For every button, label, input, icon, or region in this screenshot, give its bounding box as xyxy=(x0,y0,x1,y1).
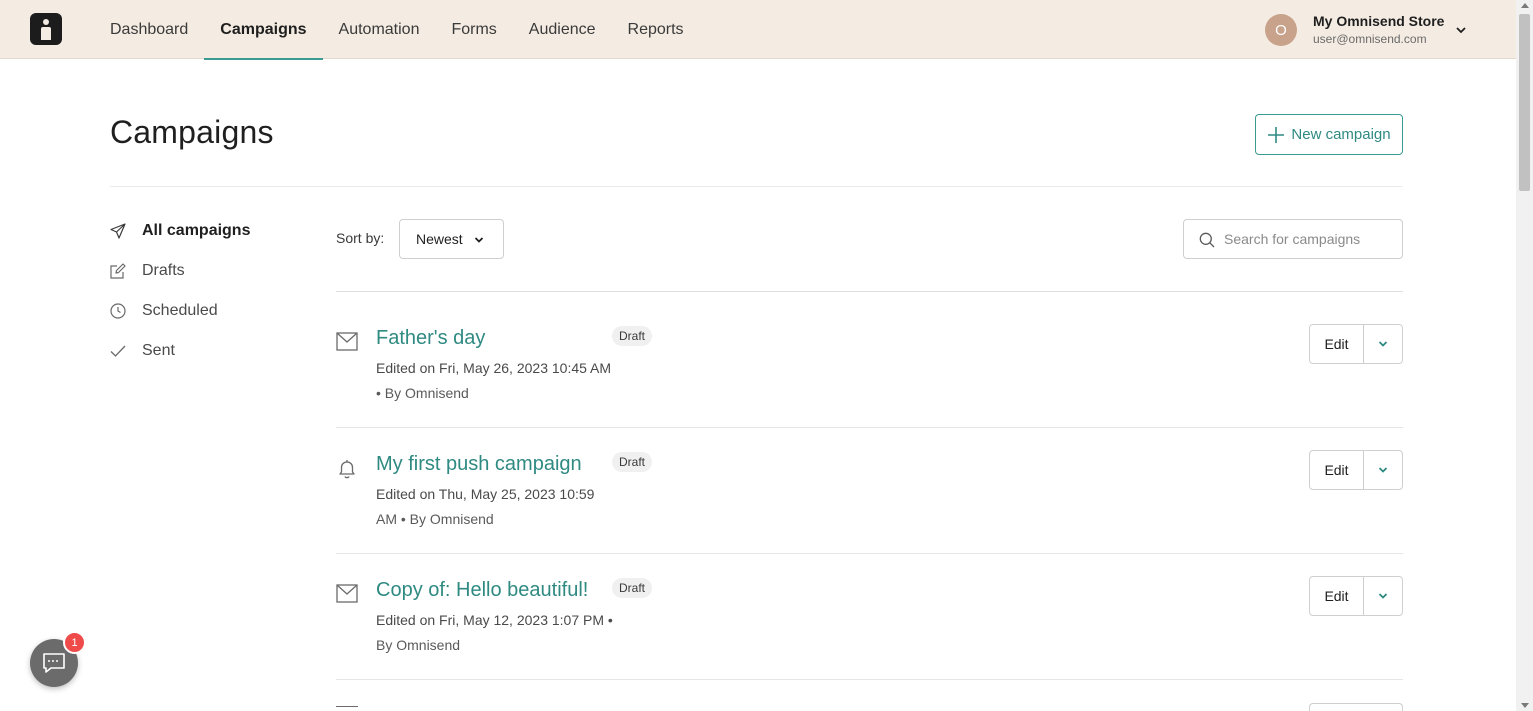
account-menu[interactable]: O My Omnisend Store user@omnisend.com xyxy=(1265,12,1483,48)
header-divider xyxy=(110,186,1403,187)
campaign-meta: Edited on Thu, May 25, 2023 10:59 AM • B… xyxy=(376,482,616,532)
paper-plane-icon xyxy=(110,223,126,239)
campaign-actions: Edit xyxy=(1309,576,1403,616)
campaign-edited-line: Edited on Thu, May 25, 2023 10:59 xyxy=(376,486,595,502)
campaign-title[interactable]: My first push campaign xyxy=(376,453,582,476)
chevron-down-icon xyxy=(1378,467,1388,473)
checkmark-icon xyxy=(110,345,126,357)
sort-dropdown[interactable]: Newest xyxy=(399,219,504,259)
chevron-down-icon xyxy=(474,237,484,243)
page-scrollbar[interactable] xyxy=(1516,0,1533,711)
scroll-thumb[interactable] xyxy=(1519,14,1530,191)
bell-icon xyxy=(339,460,355,479)
campaign-actions: Edit xyxy=(1309,450,1403,490)
logo-bar xyxy=(41,27,51,40)
status-badge: Draft xyxy=(612,578,653,598)
avatar: O xyxy=(1265,14,1297,46)
more-options-button[interactable] xyxy=(1364,325,1402,363)
list-divider xyxy=(336,291,1403,292)
logo-dot xyxy=(43,19,49,25)
chat-bubble-icon xyxy=(43,653,65,673)
campaign-author-line: AM • By Omnisend xyxy=(376,511,494,527)
search-icon xyxy=(1199,232,1215,248)
edit-button[interactable]: Edit xyxy=(1310,451,1364,489)
omnisend-logo[interactable] xyxy=(30,13,62,45)
sidebar-item-label: All campaigns xyxy=(142,222,251,239)
more-options-button[interactable] xyxy=(1364,451,1402,489)
top-navigation-bar: Dashboard Campaigns Automation Forms Aud… xyxy=(0,0,1516,60)
new-campaign-label: New campaign xyxy=(1291,126,1391,143)
campaign-edited-line: Edited on Fri, May 26, 2023 10:45 AM xyxy=(376,360,612,376)
campaign-meta: Edited on Fri, May 26, 2023 10:45 AM • B… xyxy=(376,356,616,406)
search-box[interactable] xyxy=(1183,219,1403,259)
status-badge: Draft xyxy=(612,326,653,346)
envelope-icon xyxy=(336,706,358,711)
sidebar-item-label: Sent xyxy=(142,342,175,359)
nav-automation[interactable]: Automation xyxy=(323,0,436,59)
search-input[interactable] xyxy=(1224,228,1394,250)
campaign-row: Father's day Draft Edited on Fri, May 26… xyxy=(336,324,1403,428)
campaign-author-line: • By Omnisend xyxy=(376,385,469,401)
campaign-meta: Edited on Fri, May 12, 2023 1:07 PM • By… xyxy=(376,608,616,658)
main-nav: Dashboard Campaigns Automation Forms Aud… xyxy=(94,0,700,60)
campaign-title[interactable]: Copy of: Hello beautiful! xyxy=(376,579,588,602)
campaign-author-line: By Omnisend xyxy=(376,637,461,653)
new-campaign-button[interactable]: New campaign xyxy=(1255,114,1403,155)
sidebar-item-scheduled[interactable]: Scheduled xyxy=(110,299,218,323)
envelope-icon xyxy=(336,584,358,603)
chevron-down-icon xyxy=(1378,593,1388,599)
page-title: Campaigns xyxy=(110,114,274,150)
sidebar-item-label: Scheduled xyxy=(142,302,218,319)
nav-campaigns[interactable]: Campaigns xyxy=(204,0,323,60)
campaign-title[interactable]: Father's day xyxy=(376,327,485,350)
sidebar-item-all-campaigns[interactable]: All campaigns xyxy=(110,219,250,243)
sort-value: Newest xyxy=(416,231,463,247)
sidebar-item-drafts[interactable]: Drafts xyxy=(110,259,185,283)
scroll-down-arrow-icon[interactable] xyxy=(1521,703,1529,708)
plus-icon xyxy=(1268,126,1285,143)
nav-dashboard[interactable]: Dashboard xyxy=(94,0,204,59)
pencil-edit-icon xyxy=(110,263,126,279)
more-options-button[interactable] xyxy=(1364,577,1402,615)
envelope-icon xyxy=(336,332,358,351)
sidebar-item-label: Drafts xyxy=(142,262,185,279)
nav-forms[interactable]: Forms xyxy=(435,0,512,59)
campaign-row: Copy of: Hello beautiful! Draft Edited o… xyxy=(336,576,1403,680)
sort-label: Sort by: xyxy=(336,230,385,246)
campaign-row: My first push campaign Draft Edited on T… xyxy=(336,450,1403,554)
nav-reports[interactable]: Reports xyxy=(612,0,700,59)
scroll-up-arrow-icon[interactable] xyxy=(1521,3,1529,8)
clock-icon xyxy=(110,303,126,319)
edit-button[interactable]: Edit xyxy=(1310,325,1364,363)
edit-button[interactable]: Edit xyxy=(1310,577,1364,615)
nav-audience[interactable]: Audience xyxy=(513,0,612,59)
chevron-down-icon xyxy=(1378,341,1388,347)
sidebar-item-sent[interactable]: Sent xyxy=(110,339,175,363)
status-badge: Draft xyxy=(612,452,653,472)
notification-count-badge: 1 xyxy=(63,631,86,654)
campaign-edited-line: Edited on Fri, May 12, 2023 1:07 PM • xyxy=(376,612,613,628)
campaign-actions: Edit xyxy=(1309,324,1403,364)
campaign-actions[interactable] xyxy=(1309,703,1403,711)
chevron-down-icon[interactable] xyxy=(1455,24,1467,36)
